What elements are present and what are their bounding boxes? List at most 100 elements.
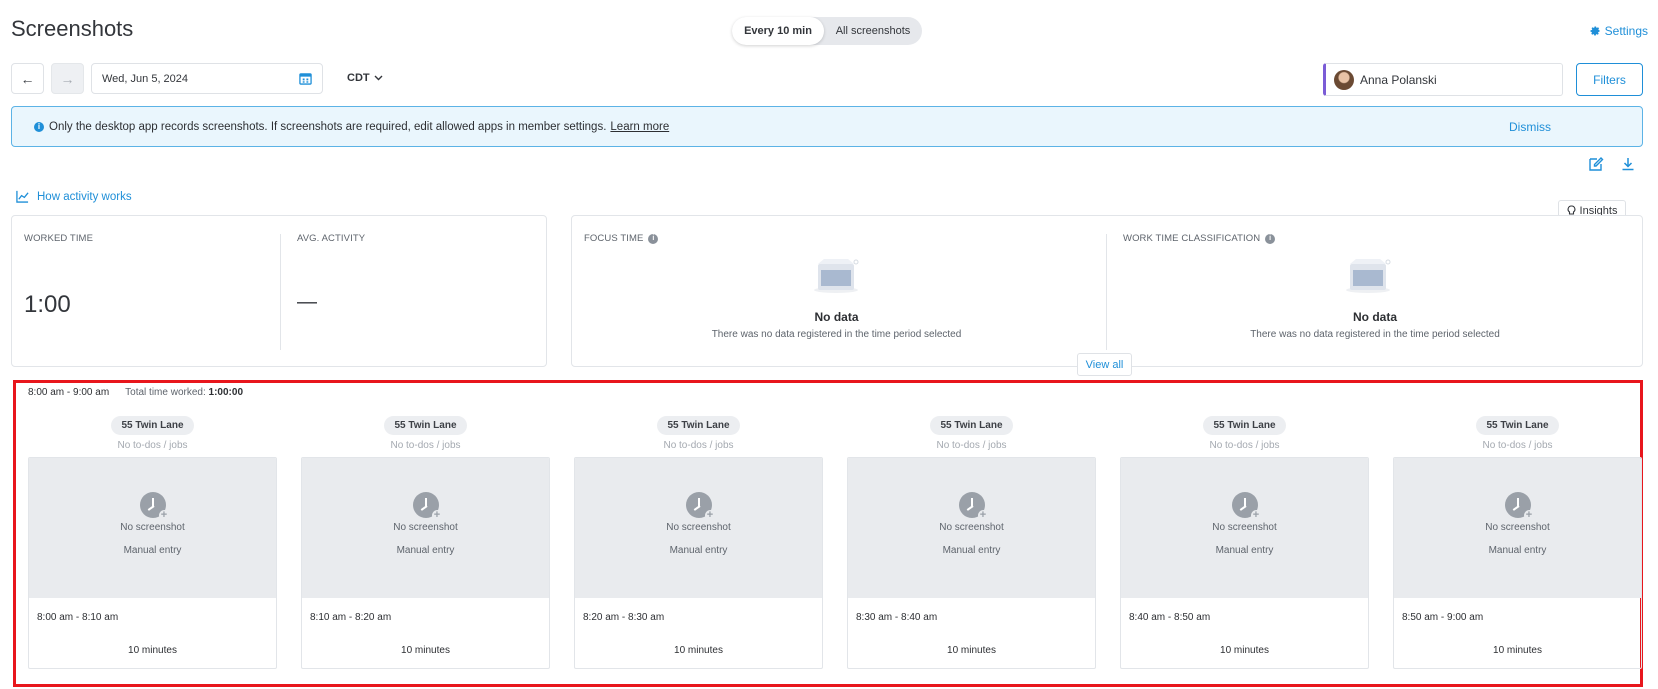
view-all-button[interactable]: View all xyxy=(1077,353,1132,376)
settings-label: Settings xyxy=(1604,24,1648,38)
how-activity-works-link[interactable]: How activity works xyxy=(16,190,132,203)
project-badge: 55 Twin Lane xyxy=(384,416,467,435)
todos-text: No to-dos / jobs xyxy=(117,440,188,451)
timezone-select[interactable]: CDT xyxy=(347,72,383,84)
project-badge: 55 Twin Lane xyxy=(930,416,1013,435)
screenshot-placeholder: + No screenshot Manual entry xyxy=(302,458,549,598)
date-value: Wed, Jun 5, 2024 xyxy=(102,72,189,85)
total-time-worked: Total time worked: 1:00:00 xyxy=(125,387,243,398)
member-select[interactable]: Anna Polanski xyxy=(1323,63,1563,96)
focus-time-text: FOCUS TIME xyxy=(584,233,644,244)
hour-range: 8:00 am - 9:00 am xyxy=(28,387,110,398)
screenshot-placeholder: + No screenshot Manual entry xyxy=(848,458,1095,598)
timezone-value: CDT xyxy=(347,72,370,84)
classification-empty-title: No data xyxy=(1352,310,1397,324)
manual-entry-text: Manual entry xyxy=(396,545,455,556)
avatar xyxy=(1334,69,1354,90)
slot-duration: 10 minutes xyxy=(1493,645,1542,656)
calendar-icon xyxy=(299,73,312,85)
empty-box-icon xyxy=(1346,259,1391,293)
screenshot-placeholder: + No screenshot Manual entry xyxy=(1121,458,1368,598)
edit-icon[interactable] xyxy=(1588,156,1604,172)
screenshot-placeholder: + No screenshot Manual entry xyxy=(29,458,276,598)
info-icon[interactable]: i xyxy=(1265,233,1276,244)
clock-plus-icon: + xyxy=(1231,492,1262,521)
slot-time-range: 8:40 am - 8:50 am xyxy=(1129,612,1211,623)
todos-text: No to-dos / jobs xyxy=(936,440,1007,451)
hour-block-header: 8:00 am - 9:00 am Total time worked: 1:0… xyxy=(28,387,243,398)
download-icon[interactable] xyxy=(1620,156,1636,172)
screenshot-slot: 55 Twin Lane No to-dos / jobs + No scree… xyxy=(28,416,277,669)
screenshot-slot: 55 Twin Lane No to-dos / jobs + No scree… xyxy=(1120,416,1369,669)
slot-time-range: 8:20 am - 8:30 am xyxy=(583,612,665,623)
divider xyxy=(280,234,281,350)
no-screenshot-text: No screenshot xyxy=(393,522,458,533)
view-toggle: Every 10 min All screenshots xyxy=(732,17,922,45)
toggle-every-10-min[interactable]: Every 10 min xyxy=(732,17,824,45)
work-classification-text: WORK TIME CLASSIFICATION xyxy=(1123,233,1261,244)
focus-time-label: FOCUS TIME i xyxy=(584,233,659,244)
learn-more-link[interactable]: Learn more xyxy=(610,121,669,133)
screenshot-card[interactable]: + No screenshot Manual entry 8:40 am - 8… xyxy=(1120,457,1369,669)
manual-entry-text: Manual entry xyxy=(1488,545,1547,556)
clock-plus-icon: + xyxy=(685,492,716,521)
date-picker[interactable]: Wed, Jun 5, 2024 xyxy=(91,63,323,94)
manual-entry-text: Manual entry xyxy=(942,545,1001,556)
info-icon: i xyxy=(34,121,44,132)
no-screenshot-text: No screenshot xyxy=(1212,522,1277,533)
settings-link[interactable]: Settings xyxy=(1589,24,1648,38)
page-title: Screenshots xyxy=(11,16,134,41)
clock-plus-icon: + xyxy=(139,492,170,521)
avg-activity-label: AVG. ACTIVITY xyxy=(297,233,366,244)
todos-text: No to-dos / jobs xyxy=(1482,440,1553,451)
screenshot-card[interactable]: + No screenshot Manual entry 8:30 am - 8… xyxy=(847,457,1096,669)
slot-duration: 10 minutes xyxy=(1220,645,1269,656)
worked-time-label: WORKED TIME xyxy=(24,233,94,244)
prev-day-button[interactable]: ← xyxy=(11,63,44,94)
project-badge: 55 Twin Lane xyxy=(657,416,740,435)
manual-entry-text: Manual entry xyxy=(123,545,182,556)
slot-duration: 10 minutes xyxy=(674,645,723,656)
total-time-label: Total time worked: xyxy=(125,387,206,398)
next-day-button[interactable]: → xyxy=(51,63,84,94)
slot-time-range: 8:10 am - 8:20 am xyxy=(310,612,392,623)
project-badge: 55 Twin Lane xyxy=(111,416,194,435)
chevron-down-icon xyxy=(374,75,383,81)
slot-duration: 10 minutes xyxy=(128,645,177,656)
no-screenshot-text: No screenshot xyxy=(120,522,185,533)
slot-time-range: 8:50 am - 9:00 am xyxy=(1402,612,1484,623)
no-screenshot-text: No screenshot xyxy=(939,522,1004,533)
clock-plus-icon: + xyxy=(412,492,443,521)
clock-plus-icon: + xyxy=(958,492,989,521)
focus-empty-subtitle: There was no data registered in the time… xyxy=(711,329,962,340)
work-classification-label: WORK TIME CLASSIFICATION i xyxy=(1123,233,1276,244)
toggle-all-screenshots[interactable]: All screenshots xyxy=(824,17,922,45)
slot-time-range: 8:00 am - 8:10 am xyxy=(37,612,119,623)
screenshot-card[interactable]: + No screenshot Manual entry 8:10 am - 8… xyxy=(301,457,550,669)
todos-text: No to-dos / jobs xyxy=(663,440,734,451)
info-icon[interactable]: i xyxy=(648,233,659,244)
screenshot-card[interactable]: + No screenshot Manual entry 8:00 am - 8… xyxy=(28,457,277,669)
screenshot-slot: 55 Twin Lane No to-dos / jobs + No scree… xyxy=(301,416,550,669)
screenshot-card[interactable]: + No screenshot Manual entry 8:20 am - 8… xyxy=(574,457,823,669)
screenshot-slot: 55 Twin Lane No to-dos / jobs + No scree… xyxy=(847,416,1096,669)
todos-text: No to-dos / jobs xyxy=(1209,440,1280,451)
no-screenshot-text: No screenshot xyxy=(1485,522,1550,533)
info-banner: i Only the desktop app records screensho… xyxy=(11,106,1643,147)
screenshot-slot: 55 Twin Lane No to-dos / jobs + No scree… xyxy=(574,416,823,669)
slot-duration: 10 minutes xyxy=(401,645,450,656)
no-screenshot-text: No screenshot xyxy=(666,522,731,533)
worked-time-value: 1:00 xyxy=(24,291,71,318)
manual-entry-text: Manual entry xyxy=(1215,545,1274,556)
screenshot-card[interactable]: + No screenshot Manual entry 8:50 am - 9… xyxy=(1393,457,1642,669)
dismiss-button[interactable]: Dismiss xyxy=(1509,120,1551,134)
filters-button[interactable]: Filters xyxy=(1576,63,1643,96)
screenshot-placeholder: + No screenshot Manual entry xyxy=(1394,458,1641,598)
avg-activity-value: — xyxy=(297,291,317,313)
arrow-right-icon: → xyxy=(60,70,75,87)
gear-icon xyxy=(1590,26,1600,36)
insights-card: FOCUS TIME i No data There was no data r… xyxy=(571,215,1643,367)
line-chart-icon xyxy=(16,190,29,203)
how-activity-label: How activity works xyxy=(37,190,132,203)
slot-duration: 10 minutes xyxy=(947,645,996,656)
